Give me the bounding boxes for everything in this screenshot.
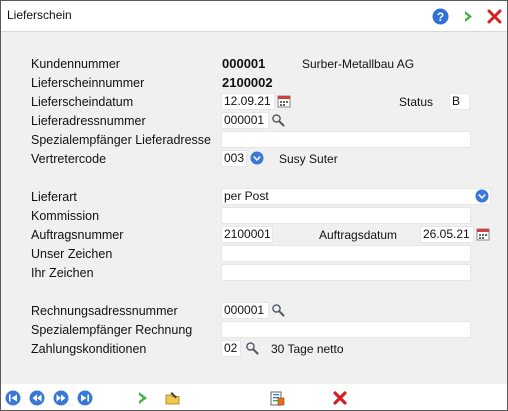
label-lieferart: Lieferart bbox=[31, 190, 77, 204]
label-rechnungsadressnummer: Rechnungsadressnummer bbox=[31, 304, 178, 318]
window-title: Lieferschein bbox=[7, 8, 72, 22]
svg-text:?: ? bbox=[437, 10, 444, 24]
unser-zeichen-field[interactable] bbox=[221, 245, 471, 262]
spezial-liefer-field[interactable] bbox=[221, 131, 471, 148]
label-ihr-zeichen: Ihr Zeichen bbox=[31, 266, 94, 280]
first-record-icon[interactable] bbox=[5, 390, 21, 406]
calendar-icon[interactable] bbox=[476, 227, 490, 241]
lieferadressnummer-field[interactable]: 000001 bbox=[221, 112, 269, 129]
search-icon[interactable] bbox=[245, 341, 259, 355]
dropdown-icon[interactable] bbox=[250, 151, 264, 165]
label-status: Status bbox=[399, 95, 434, 109]
rechnungsadressnummer-field[interactable]: 000001 bbox=[221, 302, 269, 319]
label-zahlungskonditionen: Zahlungskonditionen bbox=[31, 342, 147, 356]
lieferart-select[interactable]: per Post bbox=[221, 188, 491, 205]
lieferscheindatum-field[interactable]: 12.09.21 bbox=[221, 93, 275, 110]
label-lieferscheindatum: Lieferscheindatum bbox=[31, 95, 134, 109]
forward-arrow-icon[interactable] bbox=[135, 390, 151, 406]
forward-arrow-icon[interactable] bbox=[460, 8, 477, 25]
edit-folder-icon[interactable] bbox=[165, 390, 181, 406]
label-kommission: Kommission bbox=[31, 209, 100, 223]
label-spezial-liefer: Spezialempfänger Lieferadresse bbox=[31, 133, 211, 147]
label-auftragsnummer: Auftragsnummer bbox=[31, 228, 124, 242]
label-spezial-rechnung: Spezialempfänger Rechnung bbox=[31, 323, 193, 337]
previous-record-icon[interactable] bbox=[29, 390, 45, 406]
label-lieferadressnummer: Lieferadressnummer bbox=[31, 114, 146, 128]
document-list-icon[interactable] bbox=[269, 390, 285, 406]
label-auftragsdatum: Auftragsdatum bbox=[319, 228, 398, 242]
label-vertretercode: Vertretercode bbox=[31, 152, 107, 166]
next-record-icon[interactable] bbox=[53, 390, 69, 406]
label-unser-zeichen: Unser Zeichen bbox=[31, 247, 113, 261]
spezial-rechnung-field[interactable] bbox=[221, 321, 471, 338]
value-vertretername: Susy Suter bbox=[279, 152, 338, 166]
form-body: Kundennummer 000001 Surber-Metallbau AG … bbox=[1, 31, 507, 384]
auftragsnummer-field[interactable]: 2100001 bbox=[221, 226, 273, 243]
close-icon[interactable] bbox=[486, 8, 503, 25]
search-icon[interactable] bbox=[271, 113, 285, 127]
help-icon[interactable]: ? bbox=[432, 8, 449, 25]
vertretercode-field[interactable]: 003 bbox=[221, 150, 247, 167]
status-field[interactable]: B bbox=[449, 93, 470, 110]
ihr-zeichen-field[interactable] bbox=[221, 264, 471, 281]
value-kundennummer: 000001 bbox=[222, 56, 266, 71]
last-record-icon[interactable] bbox=[77, 390, 93, 406]
label-lieferscheinnummer: Lieferscheinnummer bbox=[31, 76, 145, 90]
auftragsdatum-field[interactable]: 26.05.21 bbox=[420, 226, 474, 243]
zahlungskonditionen-field[interactable]: 02 bbox=[221, 340, 241, 357]
value-kundenname: Surber-Metallbau AG bbox=[302, 57, 415, 71]
value-zahlungstext: 30 Tage netto bbox=[271, 342, 344, 356]
delete-icon[interactable] bbox=[332, 390, 348, 406]
dropdown-icon[interactable] bbox=[475, 189, 489, 203]
value-lieferscheinnummer: 2100002 bbox=[222, 75, 273, 90]
label-kundennummer: Kundennummer bbox=[31, 57, 120, 71]
search-icon[interactable] bbox=[271, 303, 285, 317]
lieferschein-window: Lieferschein ? Kundennummer 000001 Surbe… bbox=[0, 0, 508, 411]
calendar-icon[interactable] bbox=[277, 94, 291, 108]
footer-toolbar bbox=[1, 384, 507, 410]
kommission-field[interactable] bbox=[221, 207, 471, 224]
title-bar: Lieferschein ? bbox=[1, 1, 507, 31]
